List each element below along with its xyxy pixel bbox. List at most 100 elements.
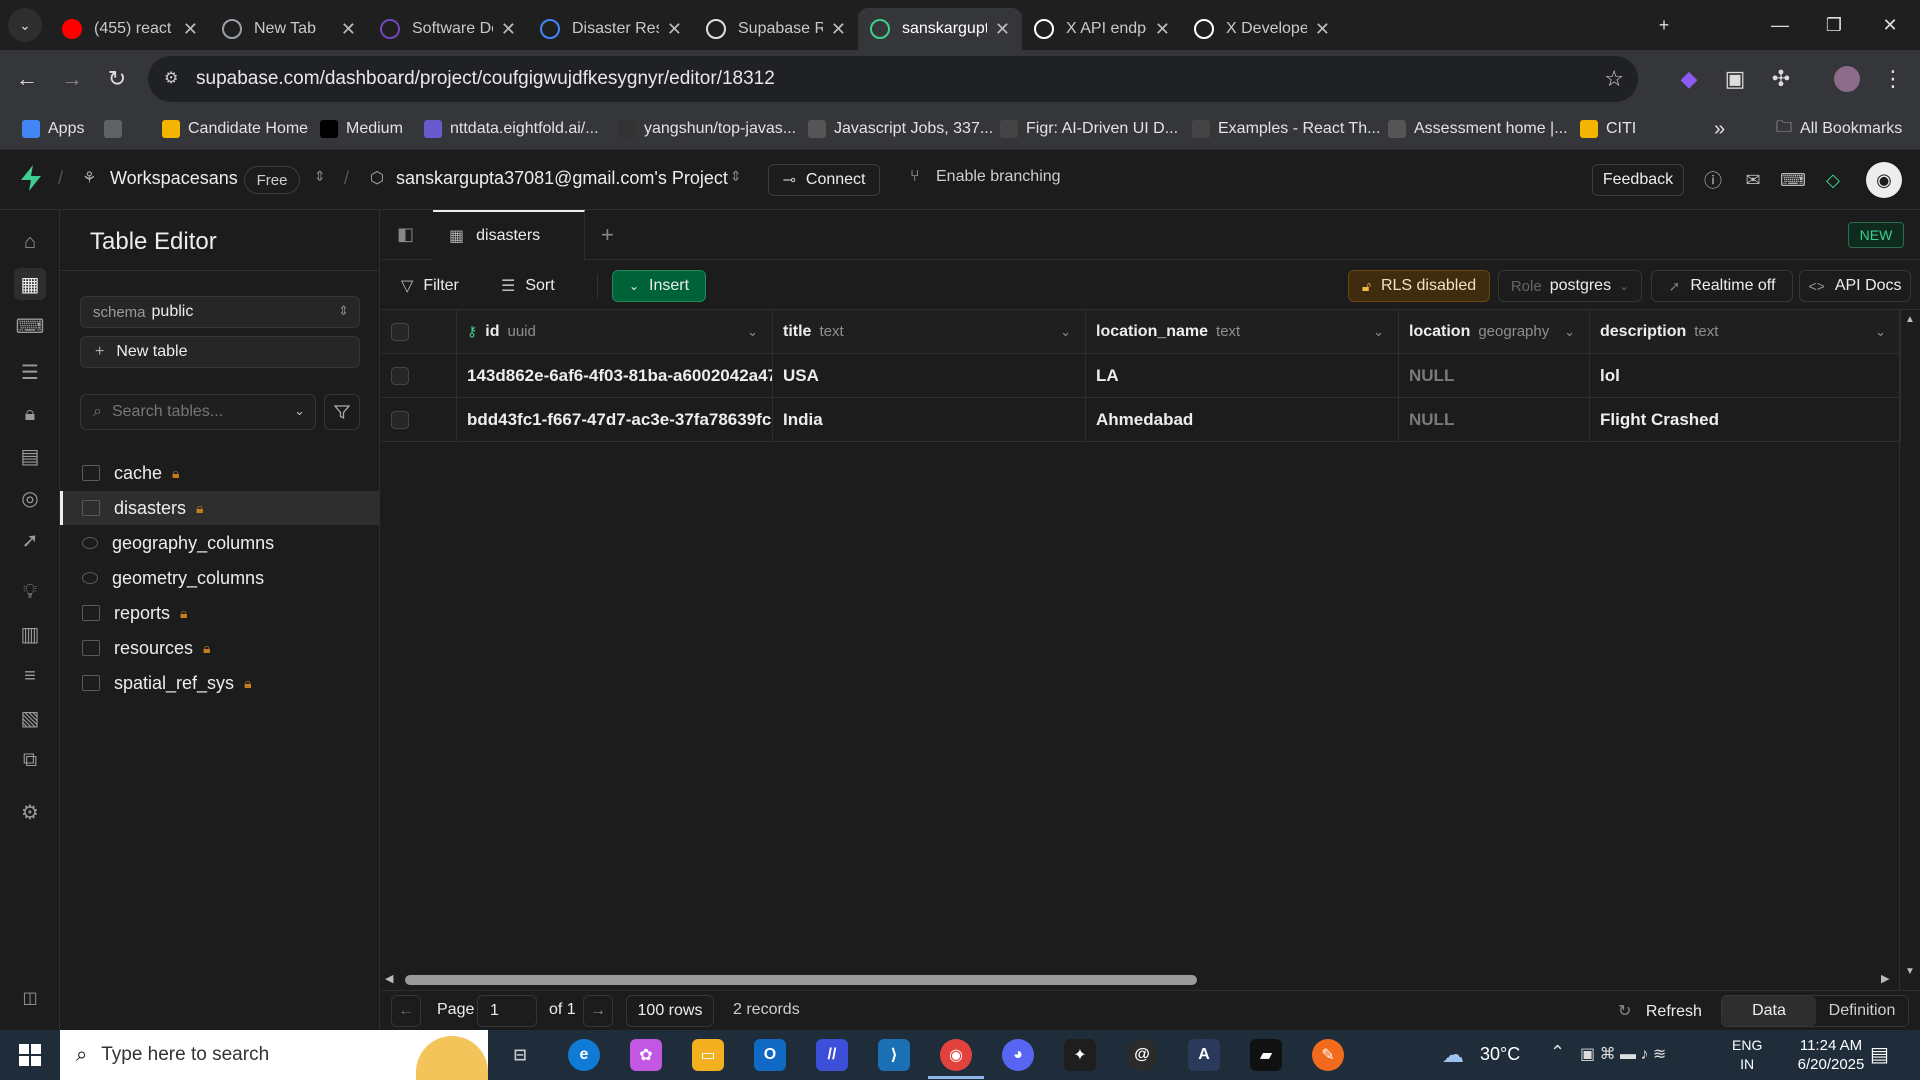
definition-view-button[interactable]: Definition bbox=[1816, 996, 1908, 1026]
settings-icon[interactable]: ⚙ bbox=[14, 796, 46, 828]
user-avatar[interactable]: ◉ bbox=[1866, 162, 1902, 198]
horizontal-scrollbar[interactable]: ◀ ▶ bbox=[381, 970, 1899, 990]
database-icon[interactable]: ☰ bbox=[14, 356, 46, 388]
profile-avatar[interactable] bbox=[1834, 66, 1860, 92]
edge-icon[interactable]: e bbox=[568, 1039, 600, 1071]
vscode-icon[interactable]: ⟩ bbox=[878, 1039, 910, 1071]
column-header-title[interactable]: title text ⌄ bbox=[773, 310, 1086, 354]
tab-close-icon[interactable]: ✕ bbox=[667, 19, 682, 40]
bookmark-item[interactable]: Figr: AI-Driven UI D... bbox=[1000, 116, 1178, 142]
postman-icon[interactable]: ✎ bbox=[1312, 1039, 1344, 1071]
browser-tab[interactable]: (455) react app w ✕ bbox=[50, 8, 210, 50]
bookmark-star-icon[interactable]: ☆ bbox=[1604, 66, 1624, 92]
org-switch-icon[interactable]: ⇕ bbox=[314, 168, 326, 185]
prev-page-icon[interactable]: ← bbox=[391, 995, 421, 1027]
data-view-button[interactable]: Data bbox=[1722, 996, 1816, 1026]
browser-tab[interactable]: sanskargupta37C ✕ bbox=[858, 8, 1022, 50]
table-cell[interactable]: Ahmedabad bbox=[1086, 398, 1399, 442]
search-tables-input[interactable]: ⌕ Search tables... ⌄ bbox=[80, 394, 316, 430]
more-bookmarks-icon[interactable]: » bbox=[1714, 116, 1725, 142]
row-checkbox[interactable] bbox=[391, 366, 409, 385]
browser-tab[interactable]: Supabase React ✕ bbox=[694, 8, 858, 50]
sidebar-item-reports[interactable]: reports 🔒︎ bbox=[60, 596, 380, 630]
tab-search-icon[interactable]: ⌄ bbox=[8, 8, 42, 42]
table-cell[interactable]: Flight Crashed bbox=[1590, 398, 1901, 442]
bookmark-item[interactable]: yangshun/top-javas... bbox=[618, 116, 796, 142]
extensions-puzzle-icon[interactable]: ✣ bbox=[1764, 62, 1798, 96]
notifications-icon[interactable]: ▤ bbox=[1870, 1042, 1889, 1067]
column-header-description[interactable]: description text ⌄ bbox=[1590, 310, 1901, 354]
rls-disabled-button[interactable]: 🔓︎ RLS disabled bbox=[1348, 270, 1490, 302]
reports-icon[interactable]: ▥ bbox=[14, 618, 46, 650]
tab-close-icon[interactable]: ✕ bbox=[501, 19, 516, 40]
minimize-icon[interactable]: — bbox=[1760, 8, 1800, 42]
tab-close-icon[interactable]: ✕ bbox=[995, 19, 1010, 40]
taskbar-search-input[interactable]: ⌕ Type here to search bbox=[60, 1030, 488, 1080]
copilot-icon[interactable]: ✿ bbox=[630, 1039, 662, 1071]
task-view-icon[interactable]: ⊟ bbox=[504, 1039, 536, 1071]
table-editor-icon[interactable]: ▦ bbox=[14, 268, 46, 300]
browser-tab[interactable]: X API endpoint r ✕ bbox=[1022, 8, 1182, 50]
weather-temp[interactable]: 30°C bbox=[1480, 1044, 1520, 1065]
select-all-checkbox[interactable] bbox=[391, 322, 409, 341]
new-table-button[interactable]: + New table bbox=[80, 336, 360, 368]
enable-branching[interactable]: Enable branching bbox=[936, 168, 1061, 186]
schema-select[interactable]: schema public ⇕ bbox=[80, 296, 360, 328]
sidebar-item-geography-columns[interactable]: geography_columns bbox=[60, 526, 380, 560]
browser-tab[interactable]: X Developers ✕ bbox=[1182, 8, 1342, 50]
sort-button[interactable]: ☰ Sort bbox=[501, 270, 555, 302]
clock[interactable]: 11:24 AM 6/20/2025 bbox=[1786, 1036, 1876, 1074]
feedback-button[interactable]: Feedback bbox=[1592, 164, 1684, 196]
toggle-sidebar-icon[interactable]: ◧ bbox=[397, 224, 414, 245]
bookmark-item[interactable]: Candidate Home bbox=[162, 116, 308, 142]
browser-tab[interactable]: New Tab ✕ bbox=[210, 8, 368, 50]
bookmark-item[interactable]: Assessment home |... bbox=[1388, 116, 1568, 142]
help-icon[interactable]: ⓘ bbox=[1700, 167, 1726, 193]
chrome-icon[interactable]: ◉ bbox=[940, 1039, 972, 1071]
terminal-icon[interactable]: ⌨ bbox=[1780, 167, 1806, 193]
sql-editor-icon[interactable]: ⌨ bbox=[14, 310, 46, 342]
advisors-icon[interactable]: 💡︎ bbox=[14, 576, 46, 608]
column-header-id[interactable]: ⚷ id uuid ⌄ bbox=[457, 310, 773, 354]
chevron-down-icon[interactable]: ⌄ bbox=[1564, 324, 1575, 340]
rows-per-page-select[interactable]: 100 rows bbox=[626, 995, 714, 1027]
column-header-location-name[interactable]: location_name text ⌄ bbox=[1086, 310, 1399, 354]
home-icon[interactable]: ⌂ bbox=[14, 226, 46, 258]
bookmark-item[interactable]: CITI bbox=[1580, 116, 1636, 142]
bookmark-item[interactable]: nttdata.eightfold.ai/... bbox=[424, 116, 599, 142]
add-tab-icon[interactable]: + bbox=[601, 222, 614, 248]
app-icon[interactable]: // bbox=[816, 1039, 848, 1071]
tray-icons[interactable]: ▣ ⌘ ▬ ♪ ≋ bbox=[1580, 1044, 1666, 1064]
weather-cloud-icon[interactable]: ☁ bbox=[1442, 1042, 1464, 1068]
auth-icon[interactable]: 🔒︎ bbox=[14, 398, 46, 430]
new-tab-icon[interactable]: + bbox=[1644, 8, 1684, 42]
tab-close-icon[interactable]: ✕ bbox=[831, 19, 846, 40]
table-cell[interactable]: NULL bbox=[1399, 354, 1590, 398]
page-input[interactable]: 1 bbox=[477, 995, 537, 1027]
extension-gemini-icon[interactable]: ◆ bbox=[1672, 62, 1706, 96]
filter-button[interactable]: ▽ Filter bbox=[401, 270, 459, 302]
api-docs-button[interactable]: <> API Docs bbox=[1799, 270, 1911, 302]
inbox-icon[interactable]: ✉ bbox=[1740, 167, 1766, 193]
realtime-icon[interactable]: ➚ bbox=[14, 524, 46, 556]
vertical-scrollbar[interactable]: ▲ ▼ bbox=[1899, 310, 1920, 990]
storage-icon[interactable]: ▤ bbox=[14, 440, 46, 472]
file-explorer-icon[interactable]: ▭ bbox=[692, 1039, 724, 1071]
site-info-icon[interactable]: ⚙ bbox=[164, 68, 178, 88]
address-bar[interactable]: ⚙ supabase.com/dashboard/project/coufgig… bbox=[148, 56, 1638, 102]
column-header-location[interactable]: location geography ⌄ bbox=[1399, 310, 1590, 354]
tab-disasters[interactable]: ▦ disasters bbox=[433, 210, 585, 260]
restore-icon[interactable]: ❐ bbox=[1814, 8, 1854, 42]
next-page-icon[interactable]: → bbox=[583, 995, 613, 1027]
chevron-down-icon[interactable]: ⌄ bbox=[1875, 324, 1886, 340]
github-desktop-icon[interactable]: @ bbox=[1126, 1039, 1158, 1071]
table-cell[interactable]: bdd43fc1-f667-47d7-ac3e-37fa78639fcb bbox=[457, 398, 773, 442]
discord-icon[interactable]: ◕ bbox=[1002, 1039, 1034, 1071]
tab-close-icon[interactable]: ✕ bbox=[341, 19, 356, 40]
edge-functions-icon[interactable]: ◎ bbox=[14, 482, 46, 514]
supabase-logo-icon[interactable] bbox=[18, 164, 46, 194]
new-badge[interactable]: NEW bbox=[1848, 222, 1904, 248]
bookmark-item[interactable]: Examples - React Th... bbox=[1192, 116, 1380, 142]
chevron-down-icon[interactable]: ⌄ bbox=[747, 324, 758, 340]
tab-close-icon[interactable]: ✕ bbox=[1315, 19, 1330, 40]
